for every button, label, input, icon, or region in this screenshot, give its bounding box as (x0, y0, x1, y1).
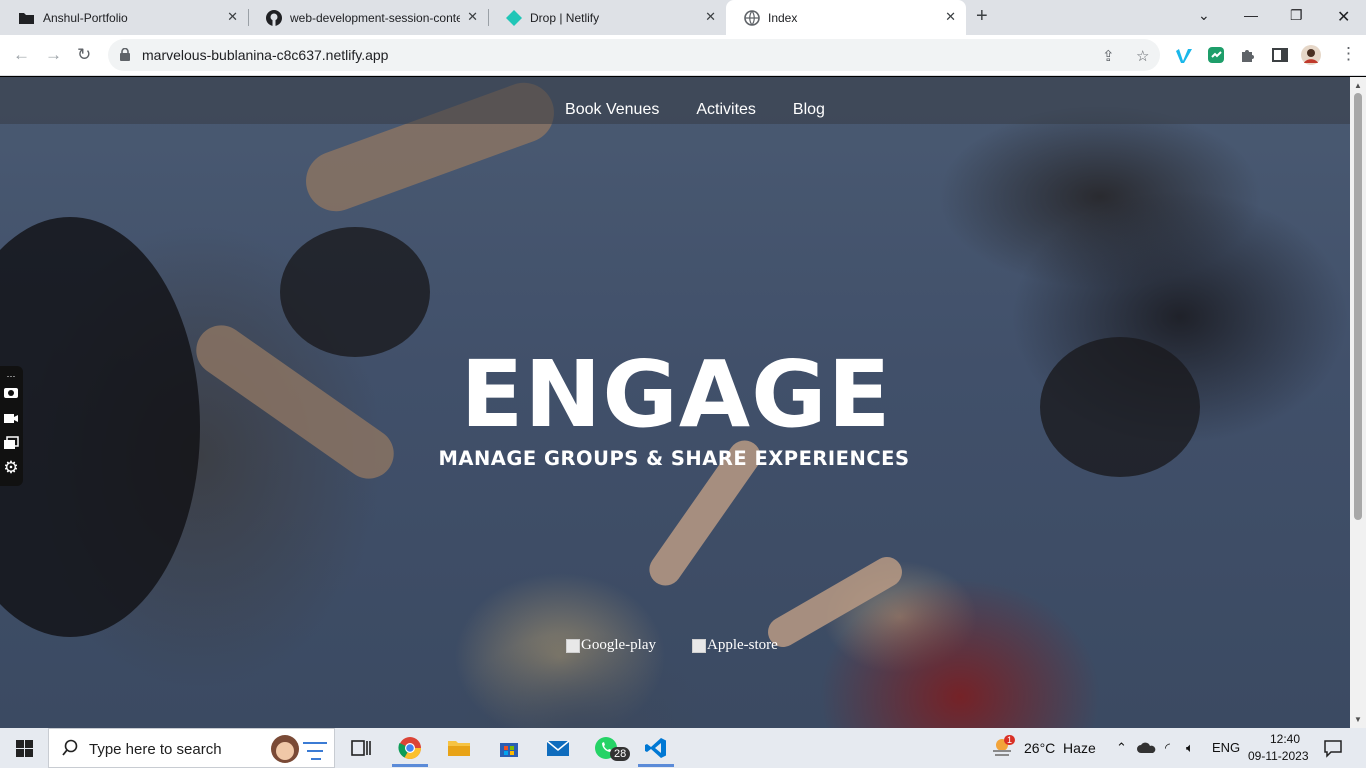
vimeo-extension-icon[interactable] (1174, 45, 1194, 65)
address-bar[interactable]: marvelous-bublanina-c8c637.netlify.app ⇪… (108, 39, 1160, 71)
scrollbar-thumb[interactable] (1354, 93, 1362, 520)
windows-taskbar: Type here to search 28 1 26°C Haze ⌃ ◜ 🔈… (0, 728, 1366, 768)
github-icon (266, 9, 282, 26)
photo-head-shape (280, 227, 430, 357)
apple-store-link[interactable]: Apple-store (692, 637, 778, 654)
chrome-icon[interactable] (398, 736, 422, 760)
task-view-icon[interactable] (349, 736, 373, 760)
close-window-button[interactable]: ✕ (1337, 7, 1350, 27)
close-icon[interactable]: ✕ (467, 10, 478, 24)
file-explorer-icon[interactable] (447, 736, 471, 760)
active-app-indicator (392, 764, 428, 767)
notification-icon[interactable] (1323, 738, 1343, 758)
tab-label: Anshul-Portfolio (43, 10, 128, 25)
video-camera-icon[interactable] (3, 410, 19, 426)
back-button[interactable]: ← (13, 45, 30, 65)
tab-label: web-development-session-conte (290, 10, 460, 25)
photo-arm-shape (762, 551, 908, 653)
tab-search-chevron-icon[interactable]: ⌄ (1198, 7, 1210, 24)
new-tab-button[interactable]: + (976, 6, 988, 26)
weather-text[interactable]: 26°C Haze (1024, 740, 1096, 756)
nav-book-venues[interactable]: Book Venues (565, 101, 659, 124)
screen-capture-widget: ⋯ ⚙ (0, 366, 23, 486)
gear-icon[interactable]: ⚙ (3, 459, 19, 476)
search-placeholder: Type here to search (89, 741, 222, 758)
tab-anshul-portfolio[interactable]: Anshul-Portfolio ✕ (0, 0, 248, 35)
screen: { "browser": { "tabs": [ {"label": "Ansh… (0, 0, 1366, 768)
nav-activites[interactable]: Activites (696, 101, 756, 124)
scroll-down-arrow[interactable]: ▼ (1354, 715, 1362, 724)
photo-head-shape (1040, 337, 1200, 477)
minimize-button[interactable]: — (1244, 7, 1258, 23)
close-icon[interactable]: ✕ (705, 10, 716, 24)
kebab-menu-icon[interactable]: ⋮ (1340, 44, 1357, 64)
netlify-icon (506, 9, 522, 26)
search-highlight-illustration (271, 735, 327, 763)
volume-icon[interactable]: 🔈︎ (1186, 740, 1194, 756)
sheets-extension-icon[interactable] (1206, 45, 1226, 65)
active-app-indicator (638, 764, 674, 767)
url-text[interactable]: marvelous-bublanina-c8c637.netlify.app (142, 47, 388, 63)
close-icon[interactable]: ✕ (227, 10, 238, 24)
broken-image-icon (692, 638, 706, 653)
top-navigation: Book Venues Activites Blog (0, 77, 1350, 124)
tab-github[interactable]: web-development-session-conte ✕ (248, 0, 488, 35)
tab-index[interactable]: Index ✕ (726, 0, 966, 35)
clock-time[interactable]: 12:40 (1262, 732, 1308, 746)
wifi-icon[interactable]: ◜ (1165, 740, 1170, 756)
vscode-icon[interactable] (644, 736, 668, 760)
tab-label: Drop | Netlify (530, 10, 600, 25)
side-panel-icon[interactable] (1270, 45, 1290, 65)
google-play-link[interactable]: Google-play (566, 637, 656, 654)
tab-label: Index (768, 10, 798, 25)
google-play-alt-text: Google-play (581, 637, 656, 653)
browser-toolbar: ← → ↻ marvelous-bublanina-c8c637.netlify… (0, 35, 1366, 76)
whatsapp-badge: 28 (610, 747, 631, 761)
reload-button[interactable]: ↻ (77, 45, 91, 65)
windows-start-icon[interactable] (16, 740, 33, 757)
share-icon[interactable]: ⇪ (1102, 47, 1115, 65)
hero-title: ENGAGE (460, 341, 892, 448)
close-icon[interactable]: ✕ (945, 10, 956, 24)
weather-badge: 1 (1004, 735, 1016, 745)
taskbar-search-box[interactable]: Type here to search (48, 728, 335, 768)
broken-image-icon (566, 638, 580, 653)
show-hidden-icons-chevron-icon[interactable]: ⌃ (1116, 740, 1127, 756)
windows-icon[interactable] (3, 435, 19, 451)
extensions-puzzle-icon[interactable] (1238, 45, 1258, 65)
lock-icon[interactable] (120, 48, 130, 61)
onedrive-cloud-icon[interactable] (1137, 738, 1157, 758)
microsoft-store-icon[interactable] (497, 736, 521, 760)
language-indicator[interactable]: ENG (1212, 740, 1240, 755)
folder-icon (19, 12, 34, 24)
mail-icon[interactable] (546, 736, 570, 760)
scroll-up-arrow[interactable]: ▲ (1354, 81, 1362, 90)
restore-button[interactable]: ❐ (1290, 7, 1303, 24)
profile-avatar[interactable] (1301, 45, 1321, 65)
browser-tab-strip: Anshul-Portfolio ✕ web-development-sessi… (0, 0, 1366, 35)
bookmark-star-icon[interactable]: ☆ (1136, 47, 1149, 65)
photo-dark-shape (0, 217, 200, 637)
camera-icon[interactable] (3, 384, 19, 400)
globe-icon (744, 9, 760, 26)
hero-section: Book Venues Activites Blog ENGAGE MANAGE… (0, 77, 1350, 728)
hero-subtitle: MANAGE GROUPS & SHARE EXPERIENCES (438, 447, 910, 470)
nav-blog[interactable]: Blog (793, 101, 825, 124)
forward-button[interactable]: → (45, 45, 62, 65)
clock-date[interactable]: 09-11-2023 (1248, 749, 1309, 763)
search-icon (62, 739, 78, 756)
tab-netlify[interactable]: Drop | Netlify ✕ (488, 0, 726, 35)
apple-store-alt-text: Apple-store (707, 637, 778, 653)
vertical-scrollbar[interactable]: ▲ ▼ (1350, 77, 1366, 728)
more-icon[interactable]: ⋯ (3, 368, 19, 384)
